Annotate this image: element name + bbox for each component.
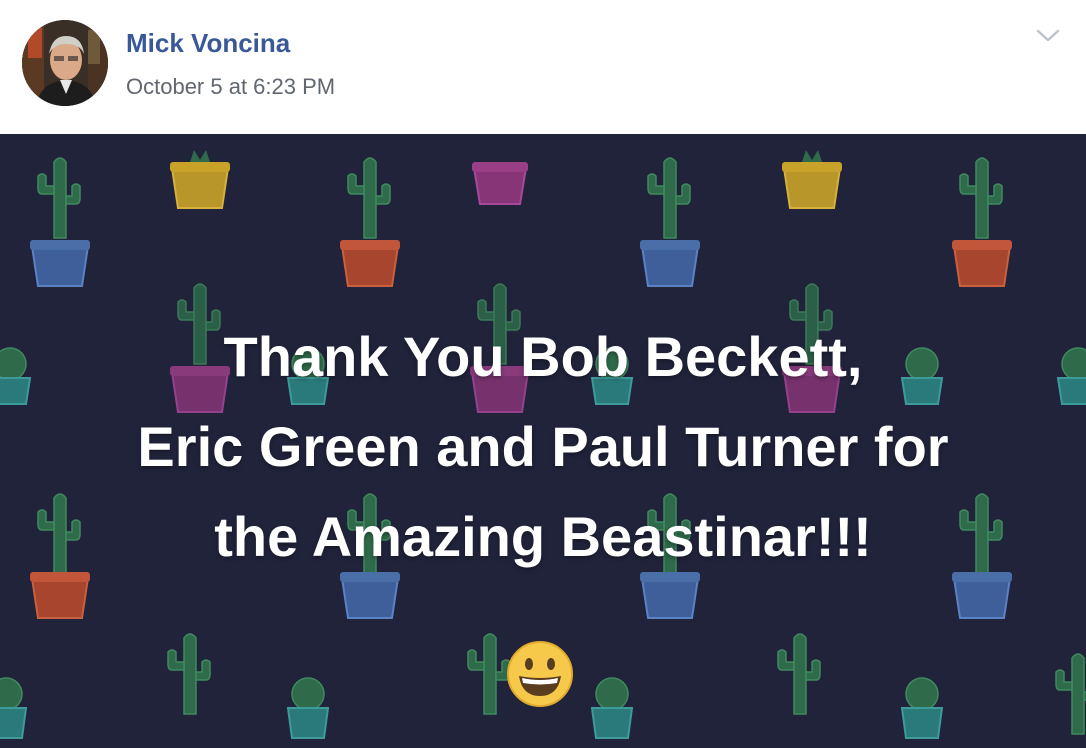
post-background: Thank You Bob Beckett, Eric Green and Pa… (0, 134, 1086, 748)
message-line: Eric Green and Paul Turner for (137, 415, 949, 478)
profile-photo-icon (22, 20, 108, 106)
avatar[interactable] (22, 20, 108, 106)
chevron-down-icon (1036, 29, 1060, 42)
post-header: Mick Voncina October 5 at 6:23 PM (0, 0, 1086, 134)
post-options-button[interactable] (1032, 20, 1064, 52)
message-line: Thank You Bob Beckett, (223, 325, 863, 388)
author-name[interactable]: Mick Voncina (126, 28, 290, 59)
post-timestamp[interactable]: October 5 at 6:23 PM (126, 74, 335, 100)
post-card: Mick Voncina October 5 at 6:23 PM Thank … (0, 0, 1086, 748)
post-message: Thank You Bob Beckett, Eric Green and Pa… (0, 312, 1086, 582)
grinning-face-emoji-icon (506, 640, 574, 708)
message-line: the Amazing Beastinar!!! (214, 505, 872, 568)
